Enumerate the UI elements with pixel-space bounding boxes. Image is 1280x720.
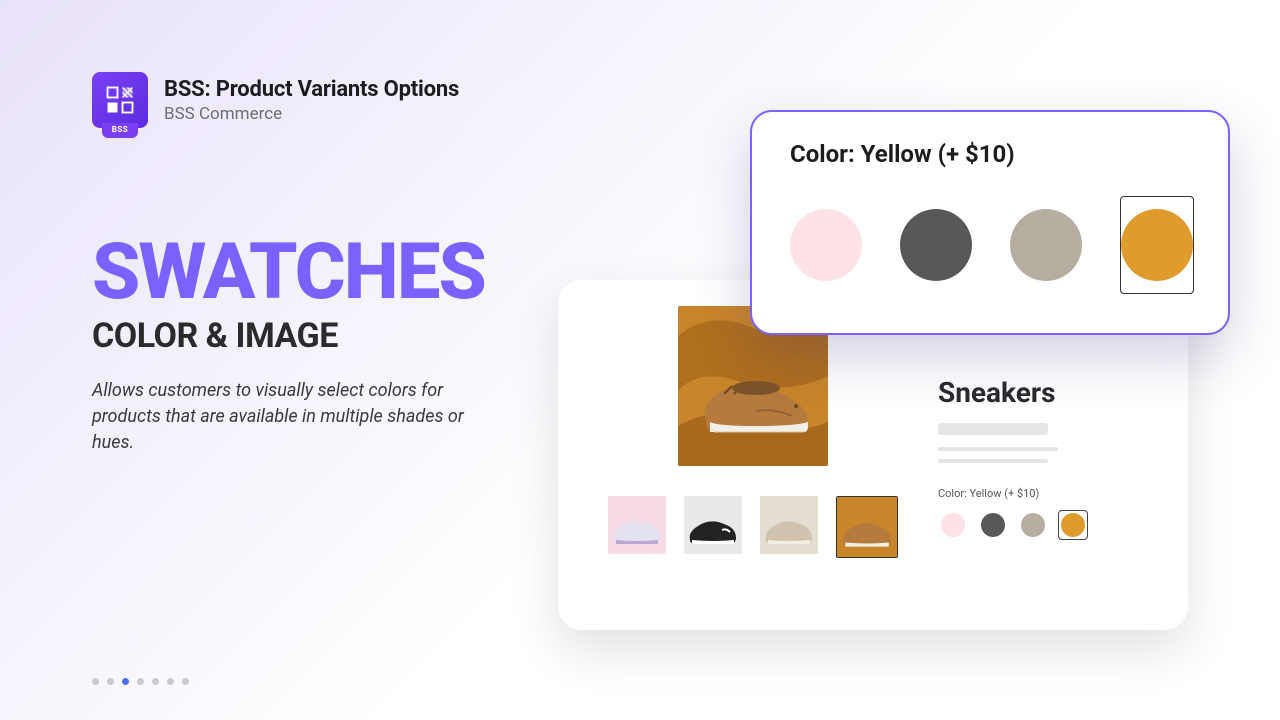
thumbnail-row (608, 496, 898, 558)
pagination-dot[interactable] (182, 678, 189, 685)
product-title: Sneakers (938, 376, 1148, 409)
thumbnail-beige[interactable] (760, 496, 818, 554)
body-copy: Allows customers to visually select colo… (92, 378, 492, 456)
app-logo: BSS (92, 72, 148, 128)
mini-swatch-pink[interactable] (938, 510, 968, 540)
swatch-circle-icon (1021, 513, 1045, 537)
product-details: Sneakers Color: Yellow (+ $10) (938, 306, 1148, 600)
pagination-dot[interactable] (137, 678, 144, 685)
thumbnail-yellow[interactable] (836, 496, 898, 558)
swatch-circle-icon (1121, 209, 1193, 281)
grid-icon (105, 85, 135, 115)
mini-swatch-gray[interactable] (978, 510, 1008, 540)
app-header: BSS BSS: Product Variants Options BSS Co… (92, 72, 459, 128)
pagination-dot[interactable] (152, 678, 159, 685)
thumbnail-pink[interactable] (608, 496, 666, 554)
swatch-beige[interactable] (1010, 197, 1082, 293)
logo-badge-label: BSS (102, 123, 138, 138)
mini-swatch-beige[interactable] (1018, 510, 1048, 540)
swatch-panel: Color: Yellow (+ $10) (750, 110, 1230, 335)
pagination-dots[interactable] (92, 678, 189, 685)
skeleton-placeholder (938, 423, 1148, 463)
swatch-circle-icon (981, 513, 1005, 537)
swatch-gray[interactable] (900, 197, 972, 293)
swatch-panel-label: Color: Yellow (+ $10) (790, 140, 1190, 168)
swatch-circle-icon (900, 209, 972, 281)
subheadline: COLOR & IMAGE (92, 316, 532, 356)
app-title: BSS: Product Variants Options (164, 77, 459, 102)
mini-swatch-label: Color: Yellow (+ $10) (938, 487, 1148, 500)
app-subtitle: BSS Commerce (164, 104, 459, 124)
swatch-yellow[interactable] (1120, 196, 1194, 294)
mini-swatch-yellow[interactable] (1058, 510, 1088, 540)
mini-swatch-row (938, 510, 1148, 540)
pagination-dot[interactable] (107, 678, 114, 685)
swatch-circle-icon (1061, 513, 1085, 537)
marketing-copy: SWATCHES COLOR & IMAGE Allows customers … (92, 238, 532, 456)
swatch-row (790, 196, 1190, 294)
headline: SWATCHES (92, 238, 532, 308)
pagination-dot[interactable] (92, 678, 99, 685)
swatch-circle-icon (941, 513, 965, 537)
swatch-circle-icon (1010, 209, 1082, 281)
swatch-pink[interactable] (790, 197, 862, 293)
swatch-circle-icon (790, 209, 862, 281)
product-gallery (608, 306, 898, 600)
pagination-dot[interactable] (122, 678, 129, 685)
pagination-dot[interactable] (167, 678, 174, 685)
thumbnail-black[interactable] (684, 496, 742, 554)
